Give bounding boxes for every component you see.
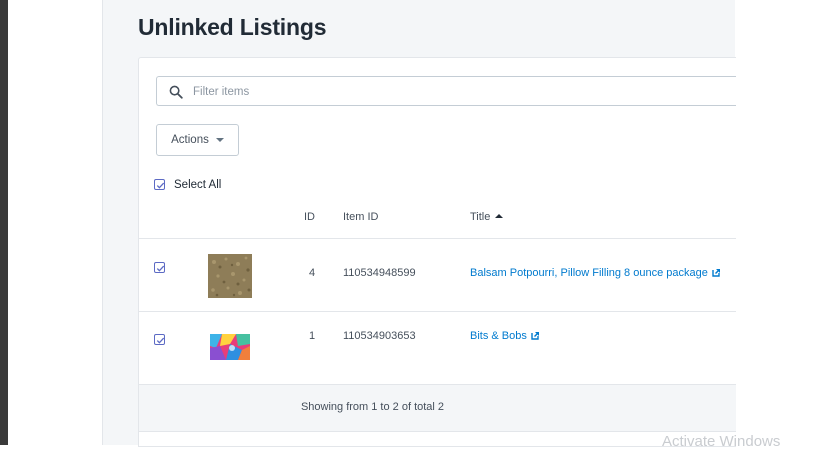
row-title-link[interactable]: Bits & Bobs xyxy=(470,330,540,342)
search-icon xyxy=(169,85,183,99)
listings-card: Actions Select All ID Item ID Title xyxy=(138,57,736,447)
activate-windows-watermark: Activate Windows xyxy=(662,433,781,450)
column-header-item-id[interactable]: Item ID xyxy=(343,211,378,223)
row-item-id: 110534903653 xyxy=(343,330,416,342)
left-window-edge xyxy=(0,0,8,445)
page-title: Unlinked Listings xyxy=(138,14,327,40)
checkmark-icon xyxy=(156,337,165,344)
table-divider xyxy=(139,238,736,239)
table-footer: Showing from 1 to 2 of total 2 xyxy=(139,384,736,432)
row-title: Bits & Bobs xyxy=(470,330,527,342)
external-link-icon xyxy=(712,269,720,277)
main-content: Unlinked Listings Actions Select All ID … xyxy=(102,0,736,447)
column-header-title-label: Title xyxy=(470,211,491,223)
actions-label: Actions xyxy=(171,134,209,146)
row-id: 1 xyxy=(309,330,316,342)
caret-down-icon xyxy=(215,138,224,142)
row-title-link[interactable]: Balsam Potpourri, Pillow Filling 8 ounce… xyxy=(470,267,721,279)
table-divider xyxy=(139,311,736,312)
actions-dropdown-button[interactable]: Actions xyxy=(156,124,239,156)
potpourri-thumbnail xyxy=(208,254,252,298)
external-link-icon xyxy=(531,332,539,340)
row-title: Balsam Potpourri, Pillow Filling 8 ounce… xyxy=(470,267,708,279)
select-all-label: Select All xyxy=(174,179,222,191)
filter-input[interactable] xyxy=(191,82,715,102)
row-item-id: 110534948599 xyxy=(343,267,416,279)
column-header-title[interactable]: Title xyxy=(470,211,504,223)
fabric-thumbnail xyxy=(208,326,252,370)
checkmark-icon xyxy=(156,265,165,272)
sort-ascending-icon xyxy=(495,214,504,218)
select-all-checkbox[interactable] xyxy=(154,179,165,190)
filter-field[interactable] xyxy=(156,76,736,106)
row-checkbox[interactable] xyxy=(154,334,165,345)
row-id: 4 xyxy=(309,267,316,279)
column-header-id[interactable]: ID xyxy=(304,211,315,223)
checkmark-icon xyxy=(156,182,165,189)
pagination-summary: Showing from 1 to 2 of total 2 xyxy=(300,401,445,413)
row-checkbox[interactable] xyxy=(154,262,165,273)
